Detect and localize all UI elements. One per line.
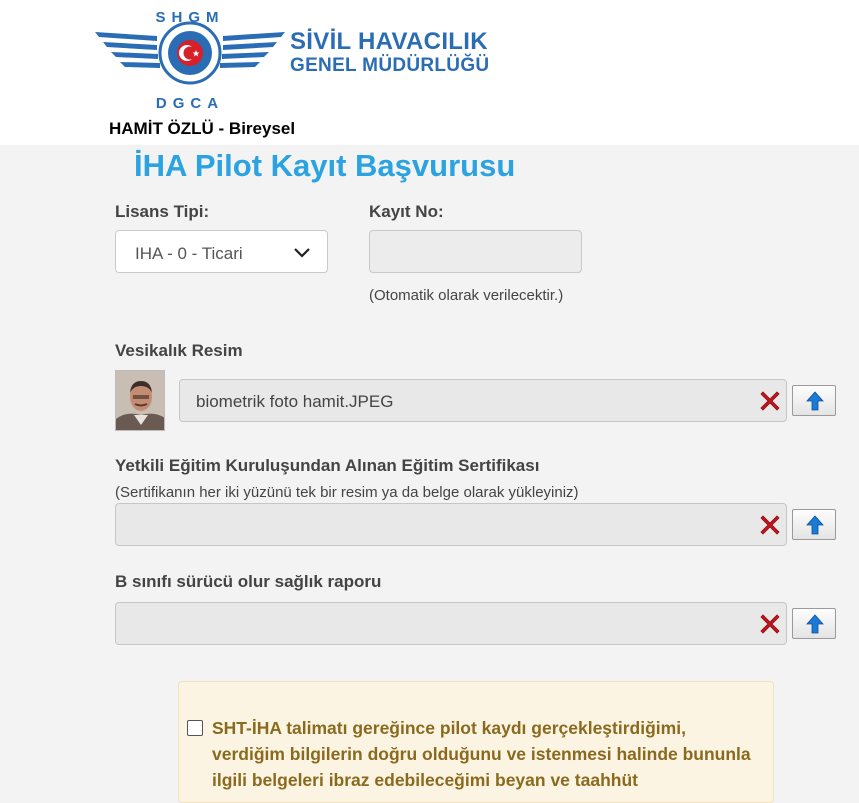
- registration-no-label: Kayıt No:: [369, 202, 444, 221]
- org-name: SİVİL HAVACILIK GENEL MÜDÜRLÜĞÜ: [290, 28, 490, 76]
- photo-upload-button[interactable]: [792, 385, 836, 416]
- photo-thumbnail: [115, 370, 165, 431]
- shgm-logo: SHGM DGCA: [95, 9, 285, 112]
- license-type-label: Lisans Tipi:: [115, 202, 210, 221]
- photo-file-field[interactable]: biometrik foto hamit.JPEG: [179, 379, 787, 422]
- registration-no-field: [369, 230, 582, 273]
- chevron-down-icon: [294, 248, 310, 258]
- health-report-label: B sınıfı sürücü olur sağlık raporu: [115, 572, 382, 591]
- svg-text:DGCA: DGCA: [156, 95, 224, 112]
- consent-checkbox[interactable]: [187, 720, 203, 736]
- delete-icon[interactable]: [758, 612, 782, 636]
- org-name-line2: GENEL MÜDÜRLÜĞÜ: [290, 55, 490, 76]
- page-title: İHA Pilot Kayıt Başvurusu: [134, 148, 516, 183]
- upload-arrow-icon: [806, 391, 824, 411]
- upload-arrow-icon: [806, 515, 824, 535]
- site-header: SHGM DGCA SİVİL HAVACILIK GENEL MÜDÜRLÜĞ…: [0, 0, 859, 145]
- delete-icon[interactable]: [758, 389, 782, 413]
- health-report-file-field[interactable]: [115, 602, 787, 645]
- license-type-select[interactable]: IHA - 0 - Ticari: [115, 230, 328, 273]
- photo-file-name: biometrik foto hamit.JPEG: [196, 392, 394, 411]
- photo-label: Vesikalık Resim: [115, 341, 243, 360]
- certificate-label: Yetkili Eğitim Kuruluşundan Alınan Eğiti…: [115, 456, 540, 475]
- registration-note: (Otomatik olarak verilecektir.): [369, 287, 564, 304]
- delete-icon[interactable]: [758, 513, 782, 537]
- org-name-line1: SİVİL HAVACILIK: [290, 28, 488, 55]
- certificate-hint: (Sertifikanın her iki yüzünü tek bir res…: [115, 484, 579, 501]
- certificate-upload-button[interactable]: [792, 509, 836, 540]
- user-label: HAMİT ÖZLÜ - Bireysel: [109, 119, 296, 138]
- consent-text: SHT-İHA talimatı gereğince pilot kaydı g…: [212, 718, 751, 790]
- certificate-file-field[interactable]: [115, 503, 787, 546]
- health-report-upload-button[interactable]: [792, 608, 836, 639]
- upload-arrow-icon: [806, 614, 824, 634]
- consent-box: SHT-İHA talimatı gereğince pilot kaydı g…: [178, 681, 774, 803]
- svg-text:SHGM: SHGM: [156, 9, 225, 26]
- license-type-value: IHA - 0 - Ticari: [135, 244, 243, 263]
